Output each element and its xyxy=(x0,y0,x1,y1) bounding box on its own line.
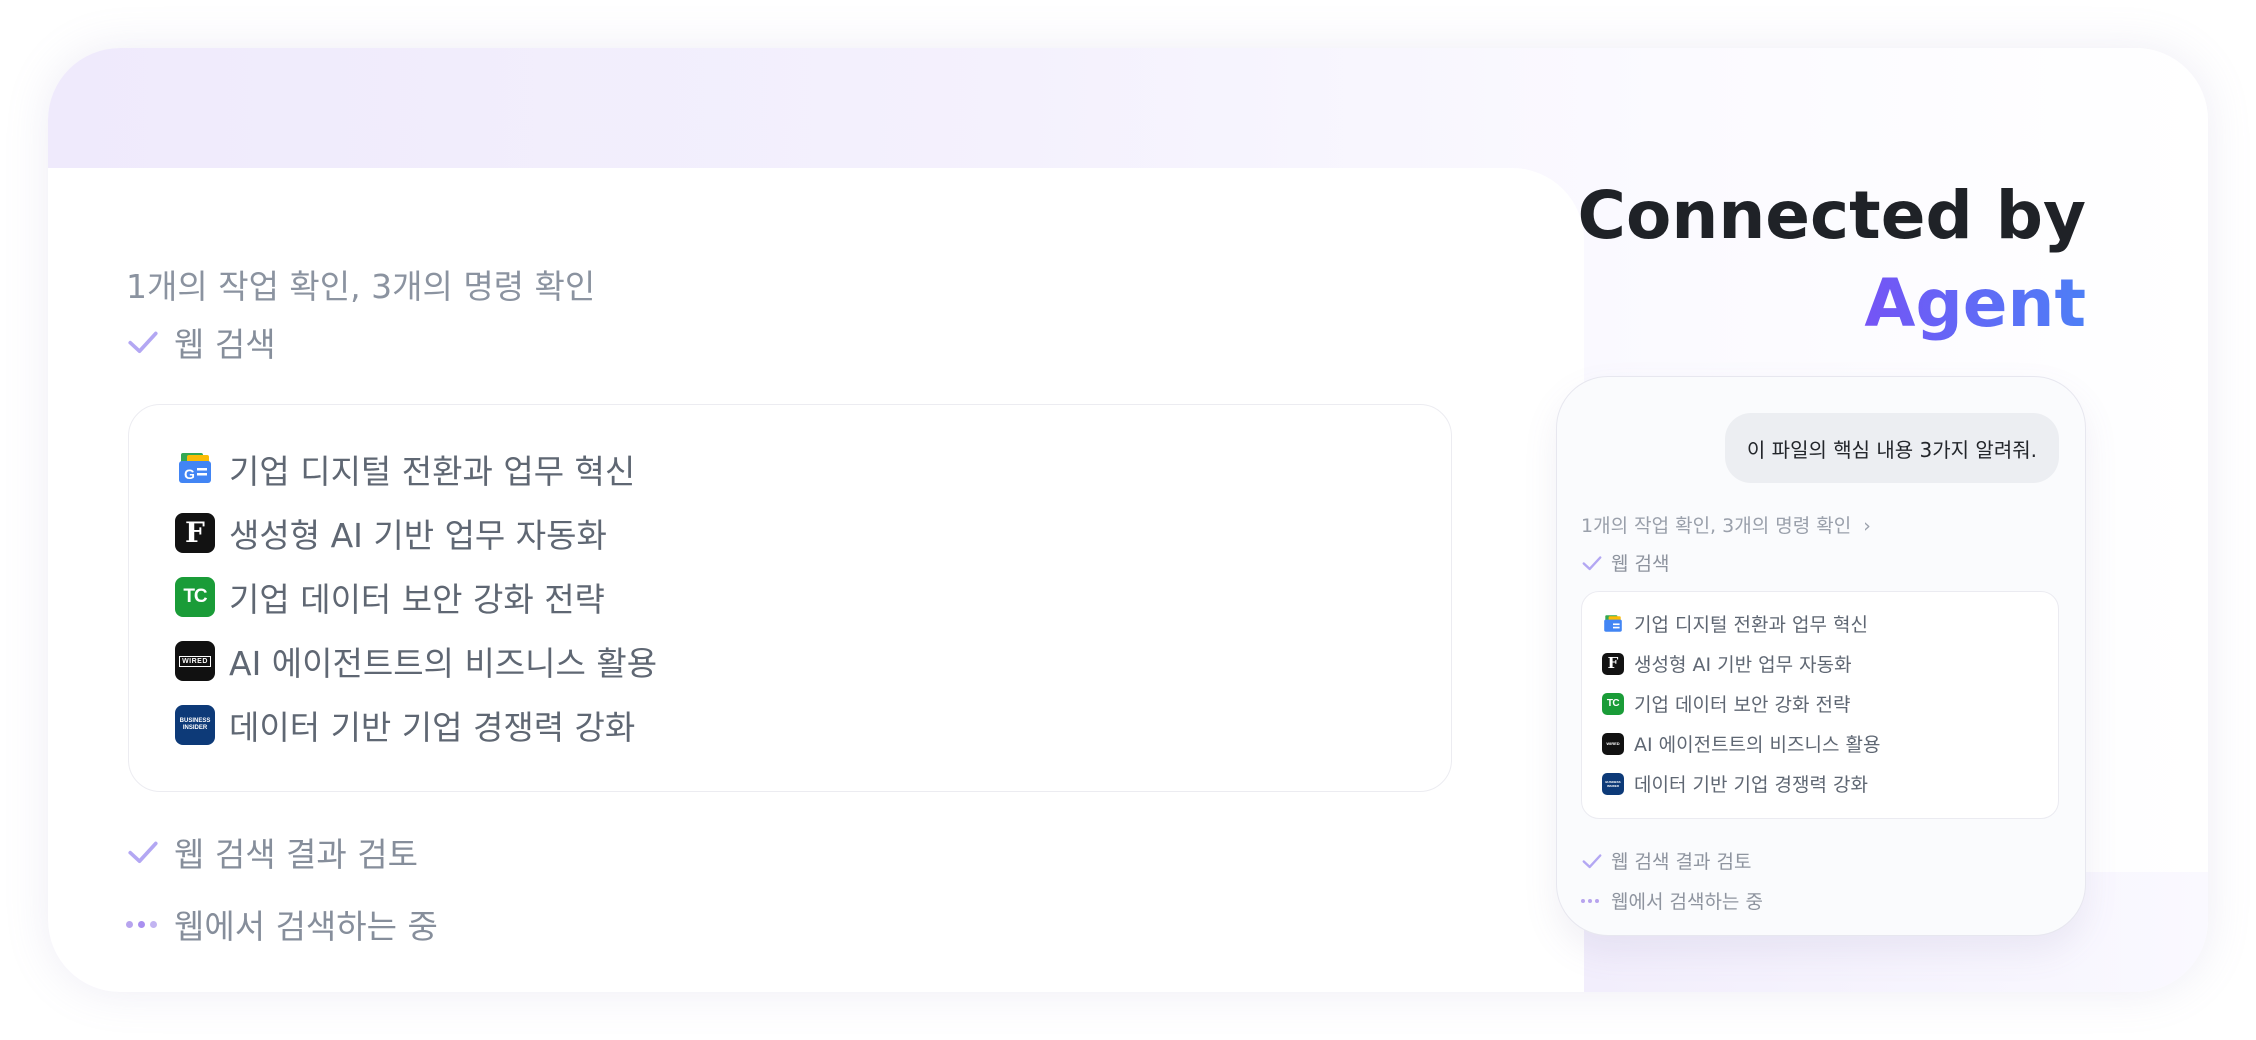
wired-icon: WIRED xyxy=(175,641,215,681)
step-searching-web: 웹에서 검색하는 중 xyxy=(1581,887,1763,914)
step-web-search: 웹 검색 xyxy=(126,318,276,366)
step-web-search: 웹 검색 xyxy=(1581,549,1669,576)
check-icon xyxy=(1582,555,1602,570)
user-message-bubble: 이 파일의 핵심 내용 3가지 알려줘. xyxy=(1724,413,2059,483)
source-item[interactable]: TC 기업 데이터 보안 강화 전략 xyxy=(175,573,605,621)
svg-text:G: G xyxy=(184,466,195,482)
heading-line-1: Connected by xyxy=(1577,177,2086,254)
techcrunch-letters: TC xyxy=(183,586,207,607)
source-title: 기업 디지털 전환과 업무 혁신 xyxy=(229,452,636,491)
business-insider-icon: BUSINESS INSIDER xyxy=(1602,772,1624,795)
google-news-icon: G xyxy=(175,449,215,489)
wired-letters: WIRED xyxy=(179,655,211,667)
check-icon xyxy=(1582,853,1602,868)
step-review-results: 웹 검색 결과 검토 xyxy=(126,828,418,876)
google-news-icon xyxy=(1602,613,1624,635)
business-insider-letters: BUSINESS INSIDER xyxy=(179,718,211,731)
f-logo-letter: F xyxy=(1607,654,1619,672)
task-summary-text: 1개의 작업 확인, 3개의 명령 확인 xyxy=(1581,515,1852,537)
source-title: 기업 데이터 보안 강화 전략 xyxy=(229,580,605,619)
f-logo-icon: F xyxy=(1602,652,1624,675)
techcrunch-letters: TC xyxy=(1606,698,1620,709)
source-title: 생성형 AI 기반 업무 자동화 xyxy=(1634,654,1852,676)
step-searching-web: 웹에서 검색하는 중 xyxy=(126,900,438,948)
source-item[interactable]: F 생성형 AI 기반 업무 자동화 xyxy=(175,509,607,557)
source-title: 기업 데이터 보안 강화 전략 xyxy=(1634,694,1851,716)
step-label: 웹에서 검색하는 중 xyxy=(174,907,438,946)
check-icon xyxy=(128,331,158,354)
business-insider-icon: BUSINESS INSIDER xyxy=(175,705,215,745)
source-item[interactable]: F 생성형 AI 기반 업무 자동화 xyxy=(1602,650,1852,677)
techcrunch-icon: TC xyxy=(1602,692,1624,715)
source-item[interactable]: 기업 디지털 전환과 업무 혁신 xyxy=(1602,610,1868,637)
f-logo-letter: F xyxy=(185,516,205,549)
source-title: 생성형 AI 기반 업무 자동화 xyxy=(229,516,607,555)
search-sources-box: 기업 디지털 전환과 업무 혁신 F 생성형 AI 기반 업무 자동화 TC 기… xyxy=(1581,591,2059,819)
source-title: 데이터 기반 기업 경쟁력 강화 xyxy=(229,708,636,747)
hero-heading: Connected by Agent xyxy=(1578,172,2086,348)
source-item[interactable]: BUSINESS INSIDER 데이터 기반 기업 경쟁력 강화 xyxy=(175,701,635,749)
source-item[interactable]: BUSINESS INSIDER 데이터 기반 기업 경쟁력 강화 xyxy=(1602,770,1868,797)
source-title: 데이터 기반 기업 경쟁력 강화 xyxy=(1634,774,1868,796)
task-summary: 1개의 작업 확인, 3개의 명령 확인 xyxy=(126,267,596,306)
loading-dots-icon xyxy=(126,920,160,928)
step-label: 웹 검색 xyxy=(1611,553,1670,575)
wired-letters: WIRED xyxy=(1606,741,1620,746)
chat-preview-card: 이 파일의 핵심 내용 3가지 알려줘. 1개의 작업 확인, 3개의 명령 확… xyxy=(1556,376,2086,936)
source-title: AI 에이전트트의 비즈니스 활용 xyxy=(1634,734,1881,756)
source-title: AI 에이전트트의 비즈니스 활용 xyxy=(229,644,658,683)
business-insider-letters: BUSINESS INSIDER xyxy=(1605,779,1621,788)
source-item[interactable]: WIRED AI 에이전트트의 비즈니스 활용 xyxy=(1602,730,1880,757)
wired-icon: WIRED xyxy=(1602,732,1624,755)
search-sources-box: G 기업 디지털 전환과 업무 혁신 F 생성형 AI 기반 업무 자동화 TC… xyxy=(128,404,1452,792)
source-item[interactable]: TC 기업 데이터 보안 강화 전략 xyxy=(1602,690,1850,717)
step-label: 웹 검색 결과 검토 xyxy=(1611,851,1752,873)
loading-dots-icon xyxy=(1581,898,1603,903)
techcrunch-icon: TC xyxy=(175,577,215,617)
chevron-right-icon: › xyxy=(1863,515,1871,537)
heading-line-2: Agent xyxy=(1578,260,2086,348)
source-item[interactable]: WIRED AI 에이전트트의 비즈니스 활용 xyxy=(175,637,657,685)
source-item[interactable]: G 기업 디지털 전환과 업무 혁신 xyxy=(175,445,635,493)
check-icon xyxy=(128,841,158,864)
step-review-results: 웹 검색 결과 검토 xyxy=(1581,847,1751,874)
step-label: 웹 검색 xyxy=(174,325,276,364)
source-title: 기업 디지털 전환과 업무 혁신 xyxy=(1634,614,1868,636)
step-label: 웹에서 검색하는 중 xyxy=(1611,891,1763,913)
task-summary-link[interactable]: 1개의 작업 확인, 3개의 명령 확인 › xyxy=(1581,511,1871,538)
hero-card: 1개의 작업 확인, 3개의 명령 확인 웹 검색 G 기업 디지털 전환과 업… xyxy=(48,48,2208,992)
f-logo-icon: F xyxy=(175,513,215,553)
step-label: 웹 검색 결과 검토 xyxy=(174,835,418,874)
